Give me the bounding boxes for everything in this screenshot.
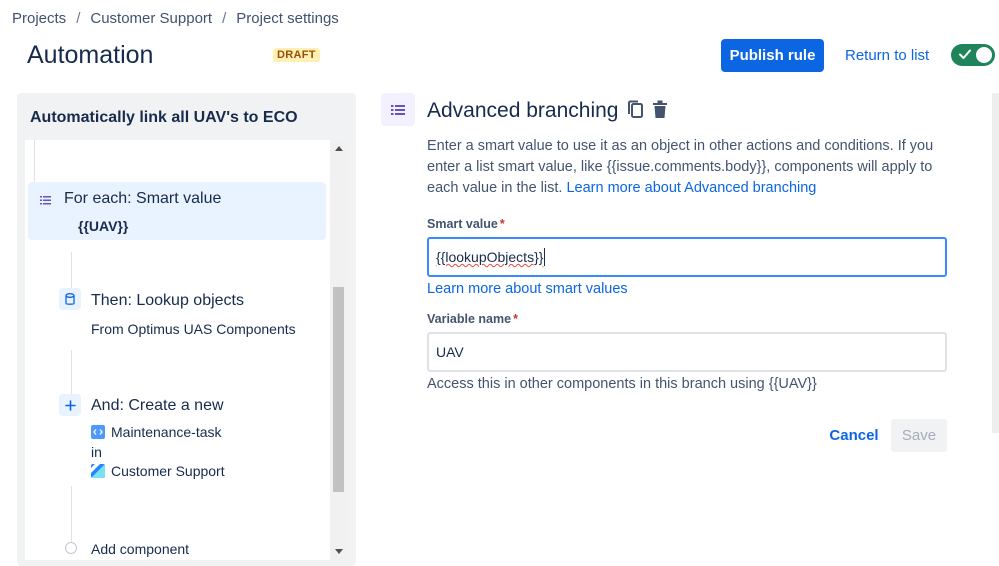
rule-name: Automatically link all UAV's to ECO xyxy=(30,109,298,126)
smart-value-label: Smart value * xyxy=(427,217,505,231)
component-title: For each: Smart value xyxy=(64,190,222,207)
database-icon xyxy=(59,288,81,310)
add-component-dot xyxy=(65,542,77,554)
component-branch-for-each[interactable]: For each: Smart value {{UAV}} xyxy=(28,182,326,240)
plus-icon xyxy=(59,394,81,416)
project-avatar-icon xyxy=(91,464,105,478)
issue-type-label: Maintenance-task xyxy=(111,424,222,440)
trash-icon[interactable] xyxy=(652,100,668,119)
variable-name-input[interactable]: UAV xyxy=(427,332,947,372)
connector-line xyxy=(71,350,72,394)
scroll-down-arrow-icon[interactable] xyxy=(335,549,343,554)
variable-name-label-text: Variable name xyxy=(427,312,512,326)
variable-name-label: Variable name * xyxy=(427,312,518,326)
breadcrumb-projects[interactable]: Projects xyxy=(12,10,66,27)
editor-title: Advanced branching xyxy=(427,99,619,122)
toggle-knob xyxy=(976,47,992,63)
component-detail: {{UAV}} xyxy=(78,218,129,234)
list-icon xyxy=(34,189,56,211)
text-caret xyxy=(544,248,546,266)
draft-badge: DRAFT xyxy=(273,48,320,62)
component-lookup-objects[interactable]: Then: Lookup objects From Optimus UAS Co… xyxy=(59,286,319,346)
component-create-issue[interactable]: And: Create a new Maintenance-task in Cu… xyxy=(59,392,319,484)
editor-description: Enter a smart value to use it as an obje… xyxy=(427,136,947,199)
scroll-thumb[interactable] xyxy=(333,287,344,492)
component-title: Then: Lookup objects xyxy=(91,292,244,309)
breadcrumb-customer-support[interactable]: Customer Support xyxy=(90,10,212,27)
branch-list-icon xyxy=(381,93,415,126)
copy-icon[interactable] xyxy=(627,100,644,119)
return-to-list-link[interactable]: Return to list xyxy=(845,47,929,64)
smart-values-learn-more-link[interactable]: Learn more about smart values xyxy=(427,281,628,297)
scroll-up-arrow-icon[interactable] xyxy=(335,146,343,151)
smart-value-input[interactable]: {{lookupObjects}} xyxy=(427,237,947,277)
connector-line xyxy=(71,486,72,542)
connector-line xyxy=(34,140,35,182)
rule-list-scrollbar[interactable] xyxy=(330,140,347,560)
component-detail: From Optimus UAS Components xyxy=(91,321,296,337)
add-component-button[interactable]: Add component xyxy=(65,540,265,560)
rule-enabled-toggle[interactable] xyxy=(951,44,995,66)
rule-panel: Automatically link all UAV's to ECO For … xyxy=(17,93,356,566)
variable-helper-text: Access this in other components in this … xyxy=(427,376,817,392)
smart-value-label-text: Smart value xyxy=(427,217,498,231)
editor-scrollbar[interactable] xyxy=(992,93,999,433)
project-label: Customer Support xyxy=(111,463,225,479)
required-mark: * xyxy=(499,217,505,231)
rule-component-list: For each: Smart value {{UAV}} Then: Look… xyxy=(25,140,347,560)
add-component-label: Add component xyxy=(91,541,190,557)
save-button[interactable]: Save xyxy=(891,419,947,452)
required-mark: * xyxy=(513,312,518,326)
advanced-branching-learn-more-link[interactable]: Learn more about Advanced branching xyxy=(566,180,816,196)
component-title: And: Create a new xyxy=(91,397,224,414)
page-title: Automation xyxy=(27,41,154,69)
cancel-button[interactable]: Cancel xyxy=(823,419,885,452)
variable-name-text: UAV xyxy=(436,344,464,360)
breadcrumb-project-settings[interactable]: Project settings xyxy=(236,10,339,27)
check-icon xyxy=(959,49,971,59)
breadcrumb-separator: / xyxy=(222,10,227,27)
smart-value-text: {{lookupObjects}} xyxy=(436,249,544,265)
connector-text: in xyxy=(91,444,102,460)
publish-rule-button[interactable]: Publish rule xyxy=(721,39,824,72)
task-type-icon xyxy=(91,425,105,439)
breadcrumb: Projects / Customer Support / Project se… xyxy=(12,10,339,27)
breadcrumb-separator: / xyxy=(76,10,81,27)
